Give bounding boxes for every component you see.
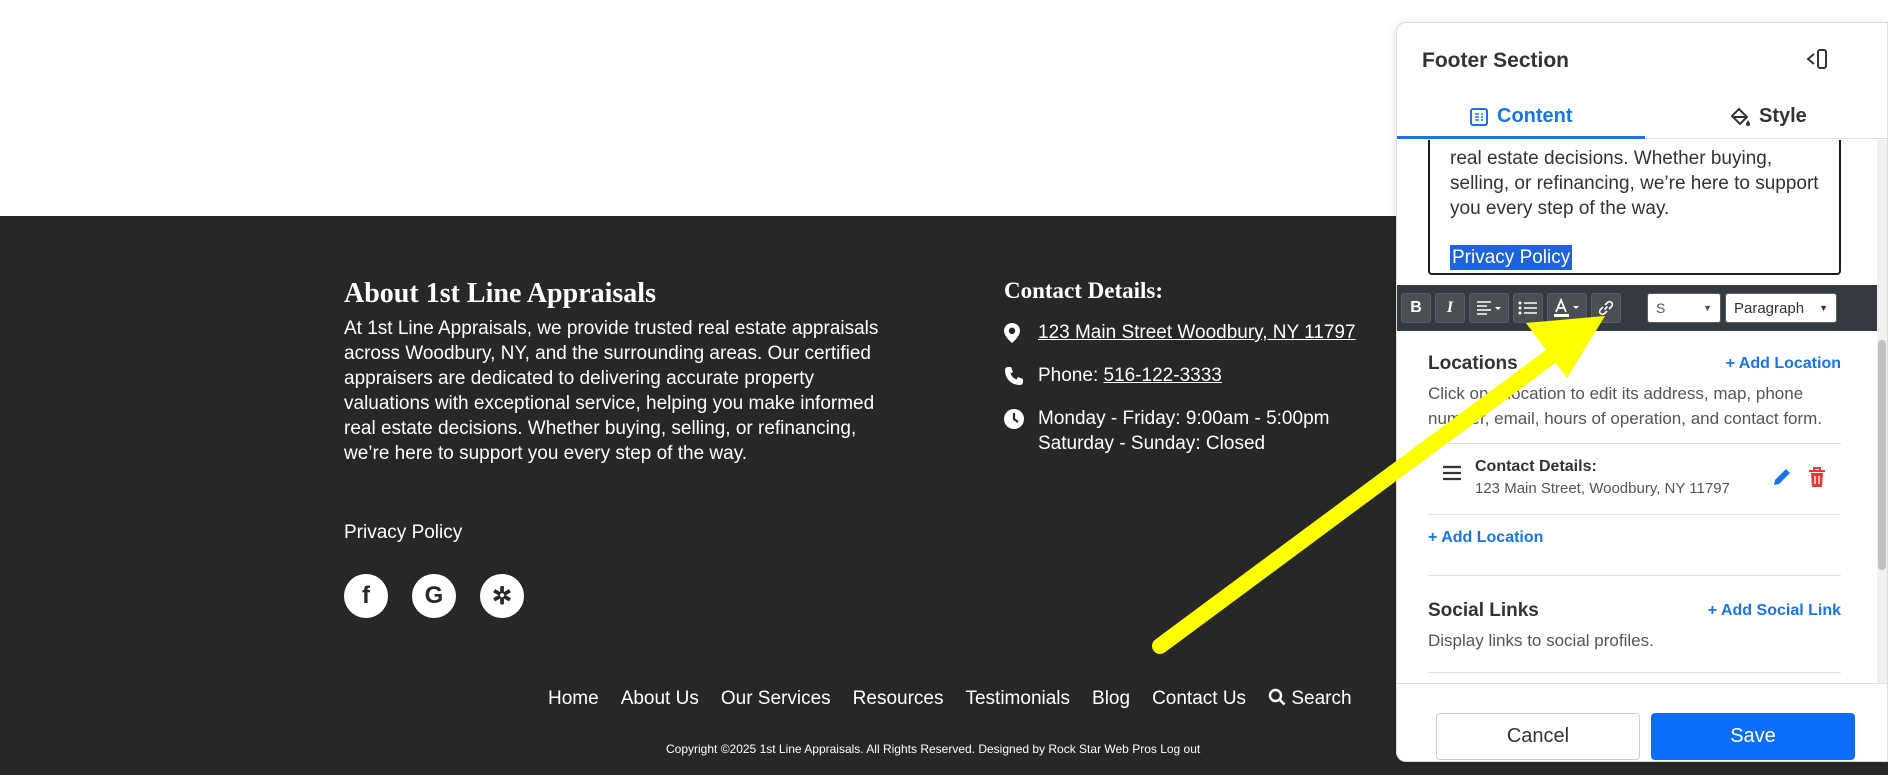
- font-size-value: S: [1656, 300, 1666, 316]
- tab-content-label: Content: [1497, 105, 1573, 127]
- panel-title: Footer Section: [1422, 49, 1570, 72]
- active-tab-indicator: [1397, 136, 1645, 139]
- location-address: 123 Main Street, Woodbury, NY 11797: [1475, 480, 1730, 497]
- editor-text: real estate decisions. Whether buying, s…: [1450, 148, 1819, 219]
- panel-header: Footer Section: [1397, 23, 1887, 93]
- about-block: About 1st Line Appraisals At 1st Line Ap…: [344, 278, 884, 466]
- format-value: Paragraph: [1734, 299, 1805, 317]
- privacy-link[interactable]: Privacy Policy: [344, 522, 462, 544]
- address-row: 123 Main Street Woodbury, NY 11797: [1004, 320, 1404, 345]
- format-select[interactable]: Paragraph ▼: [1725, 293, 1837, 323]
- tab-content[interactable]: Content: [1469, 105, 1573, 128]
- trash-icon[interactable]: [1807, 466, 1827, 488]
- footer-nav: Home About Us Our Services Resources Tes…: [548, 688, 1352, 710]
- panel-content: real estate decisions. Whether buying, s…: [1397, 140, 1887, 683]
- selected-text[interactable]: Privacy Policy: [1450, 245, 1573, 270]
- add-location-link[interactable]: + Add Location: [1428, 529, 1543, 547]
- editor-toolbar: B I S ▼ Paragraph ▼: [1397, 285, 1887, 331]
- map-pin-icon: [1004, 320, 1038, 345]
- locations-title: Locations: [1428, 353, 1518, 374]
- panel-footer: Cancel Save: [1397, 683, 1887, 761]
- add-social-link-button[interactable]: + Add Social Link: [1708, 602, 1841, 620]
- hours-row: Monday - Friday: 9:00am - 5:00pm Saturda…: [1004, 406, 1404, 456]
- chevron-down-icon: ▼: [1703, 303, 1712, 313]
- paint-bucket-icon: [1730, 107, 1750, 126]
- align-button[interactable]: [1469, 293, 1509, 323]
- locations-section: Locations + Add Location Click on a loca…: [1428, 353, 1841, 431]
- phone-row: Phone: 516-122-3333: [1004, 363, 1404, 388]
- nav-contact[interactable]: Contact Us: [1152, 688, 1246, 710]
- tab-style[interactable]: Style: [1729, 105, 1807, 128]
- address-link[interactable]: 123 Main Street Woodbury, NY 11797: [1038, 320, 1356, 345]
- search-icon: [1268, 688, 1286, 706]
- rich-text-editor[interactable]: real estate decisions. Whether buying, s…: [1428, 140, 1841, 275]
- add-location-button[interactable]: + Add Location: [1726, 355, 1841, 373]
- list-button[interactable]: [1513, 293, 1543, 323]
- contact-title: Contact Details:: [1004, 278, 1164, 303]
- contact-block: Contact Details: 123 Main Street Woodbur…: [1004, 278, 1404, 474]
- locations-description: Click on a location to edit its address,…: [1428, 384, 1823, 428]
- location-item[interactable]: Contact Details: 123 Main Street, Woodbu…: [1428, 443, 1841, 515]
- social-links-section: Social Links + Add Social Link Display l…: [1428, 600, 1841, 653]
- yelp-icon[interactable]: ✲: [480, 574, 524, 618]
- align-left-icon: [1477, 301, 1501, 315]
- hours-weekend: Saturday - Sunday: Closed: [1038, 433, 1266, 454]
- text-color-icon: [1554, 298, 1579, 317]
- collapse-panel-icon[interactable]: [1805, 47, 1829, 71]
- nav-testimonials[interactable]: Testimonials: [965, 688, 1070, 710]
- phone-label: Phone:: [1038, 365, 1099, 386]
- section-divider: [1428, 575, 1841, 576]
- nav-search[interactable]: Search: [1268, 688, 1352, 710]
- chevron-down-icon: ▼: [1819, 303, 1828, 313]
- facebook-icon[interactable]: f: [344, 574, 388, 618]
- nav-blog[interactable]: Blog: [1092, 688, 1130, 710]
- scrollbar-thumb[interactable]: [1878, 340, 1886, 570]
- section-divider: [1428, 672, 1841, 673]
- cancel-button[interactable]: Cancel: [1436, 713, 1640, 760]
- nav-services[interactable]: Our Services: [721, 688, 831, 710]
- clock-icon: [1004, 406, 1038, 431]
- drag-handle-icon[interactable]: [1442, 464, 1462, 482]
- panel-tabs: Content Style: [1397, 101, 1887, 139]
- nav-resources[interactable]: Resources: [853, 688, 944, 710]
- phone-link[interactable]: 516-122-3333: [1104, 363, 1222, 388]
- list-icon: [1518, 301, 1537, 315]
- copyright: Copyright ©2025 1st Line Appraisals. All…: [666, 742, 1201, 756]
- about-title: About 1st Line Appraisals: [344, 278, 656, 309]
- page: About 1st Line Appraisals At 1st Line Ap…: [0, 0, 1888, 775]
- panel-scrollbar[interactable]: [1877, 140, 1887, 683]
- content-icon: [1470, 107, 1488, 126]
- link-button[interactable]: [1591, 293, 1621, 323]
- pencil-icon[interactable]: [1771, 466, 1793, 488]
- location-name: Contact Details:: [1475, 458, 1597, 475]
- save-button[interactable]: Save: [1651, 713, 1855, 760]
- phone-icon: [1004, 363, 1038, 388]
- nav-about[interactable]: About Us: [621, 688, 699, 710]
- nav-search-label: Search: [1291, 688, 1352, 709]
- text-color-button[interactable]: [1547, 293, 1587, 323]
- bold-button[interactable]: B: [1401, 293, 1431, 323]
- social-icons: f G ✲: [344, 574, 524, 618]
- link-icon: [1598, 300, 1614, 316]
- google-icon[interactable]: G: [412, 574, 456, 618]
- social-links-title: Social Links: [1428, 600, 1539, 621]
- social-links-description: Display links to social profiles.: [1428, 631, 1654, 650]
- about-text: At 1st Line Appraisals, we provide trust…: [344, 318, 879, 464]
- hours-weekday: Monday - Friday: 9:00am - 5:00pm: [1038, 408, 1330, 429]
- nav-home[interactable]: Home: [548, 688, 599, 710]
- font-size-select[interactable]: S ▼: [1647, 293, 1721, 323]
- tab-style-label: Style: [1759, 105, 1807, 127]
- italic-button[interactable]: I: [1435, 293, 1465, 323]
- footer-section-panel: Footer Section Content Style real estate…: [1396, 22, 1888, 762]
